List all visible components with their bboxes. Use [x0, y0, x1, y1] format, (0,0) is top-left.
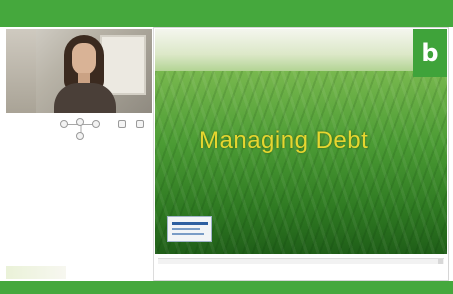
- logo-mark: [172, 228, 200, 230]
- previous-icon[interactable]: [118, 120, 126, 128]
- slide-title: Managing Debt: [199, 127, 369, 154]
- navigation-diagram-icon[interactable]: [60, 118, 100, 142]
- presenter-face: [72, 43, 96, 75]
- slide-sky-band: [155, 29, 447, 75]
- presenter-body: [54, 83, 116, 113]
- diagram-node: [60, 120, 68, 128]
- presenter-video[interactable]: [6, 29, 152, 113]
- slide-view: b Managing Debt: [155, 29, 447, 254]
- video-background-wall: [6, 29, 36, 113]
- institution-logo: [167, 216, 212, 242]
- next-icon[interactable]: [136, 120, 144, 128]
- playback-progress-bar[interactable]: [158, 258, 444, 264]
- diagram-node: [76, 132, 84, 140]
- sidebar-footer-logo: [6, 266, 66, 279]
- bottom-green-bar: [0, 281, 453, 294]
- progress-knob[interactable]: [438, 259, 443, 264]
- diagram-node: [76, 118, 84, 126]
- logo-mark: [172, 222, 208, 225]
- logo-mark: [172, 233, 204, 235]
- brand-logo: b: [413, 29, 447, 77]
- top-green-bar: [0, 0, 453, 27]
- video-background-window: [100, 35, 146, 95]
- diagram-node: [92, 120, 100, 128]
